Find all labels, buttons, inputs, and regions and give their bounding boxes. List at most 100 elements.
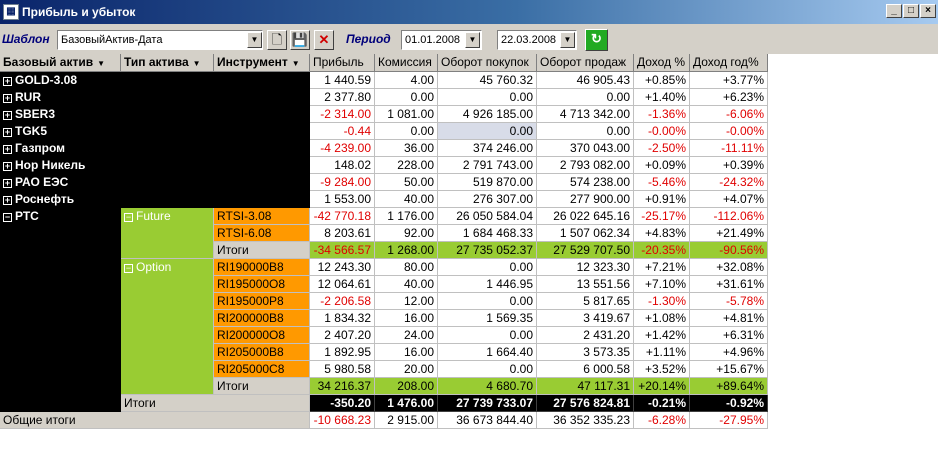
date-from-dropdown[interactable]: ▼ <box>465 32 480 48</box>
minimize-button[interactable]: _ <box>886 4 902 18</box>
instrument-cell[interactable]: RTSI-3.08 <box>214 208 310 225</box>
collapse-icon[interactable]: − <box>124 213 133 222</box>
buy-turnover-cell: 374 246.00 <box>438 140 537 157</box>
base-asset-row[interactable]: + RUR <box>0 89 310 106</box>
buy-turnover-cell: 1 664.40 <box>438 344 537 361</box>
pivot-grid: Базовый актив ▼ Тип актива ▼ Инструмент ▼ Приб… <box>0 54 938 471</box>
cell-text: RUR <box>15 90 41 104</box>
cell-text: +1.11% <box>645 345 686 359</box>
profit-cell: -2 206.58 <box>310 293 375 310</box>
base-asset-header[interactable]: Базовый актив ▼ <box>0 54 121 72</box>
instrument-cell[interactable]: RI200000B8 <box>214 310 310 327</box>
cell-text: -5.46% <box>647 175 686 189</box>
cell-text: 4.00 <box>410 73 434 87</box>
yield-cell: -1.36% <box>634 106 690 123</box>
buy-turnover-cell: 276 307.00 <box>438 191 537 208</box>
yield-cell: +1.11% <box>634 344 690 361</box>
delete-template-button[interactable]: ✕ <box>314 30 334 50</box>
instrument-cell[interactable]: RI195000O8 <box>214 276 310 293</box>
expand-icon[interactable]: + <box>3 162 12 171</box>
future-group[interactable]: − Future <box>121 208 214 259</box>
yield-year-cell: +4.96% <box>690 344 768 361</box>
cell-text: Future <box>136 209 171 223</box>
commission-cell: 16.00 <box>375 344 438 361</box>
commission-header[interactable]: Комиссия <box>375 54 438 72</box>
cell-text: Прибыль <box>313 55 364 69</box>
yield-cell: -0.00% <box>634 123 690 140</box>
base-asset-row[interactable]: + SBER3 <box>0 106 310 123</box>
expand-icon[interactable]: + <box>3 196 12 205</box>
buy-turnover-cell: 0.00 <box>438 361 537 378</box>
save-template-button[interactable]: 💾 <box>290 30 310 50</box>
sell-turnover-header[interactable]: Оборот продаж <box>537 54 634 72</box>
cell-text: -25.17% <box>641 209 686 223</box>
chevron-down-icon: ▼ <box>563 35 572 44</box>
commission-cell: 1 081.00 <box>375 106 438 123</box>
buy-turnover-cell: 0.00 <box>438 123 537 140</box>
expand-icon[interactable]: + <box>3 111 12 120</box>
yield-header[interactable]: Доход % <box>634 54 690 72</box>
expand-icon[interactable]: + <box>3 128 12 137</box>
sort-icon[interactable]: ▼ <box>97 59 105 68</box>
instrument-cell[interactable]: RI205000B8 <box>214 344 310 361</box>
collapse-icon[interactable]: − <box>124 264 133 273</box>
cell-text: 1 081.00 <box>387 107 434 121</box>
profit-header[interactable]: Прибыль <box>310 54 375 72</box>
profit-cell: 1 834.32 <box>310 310 375 327</box>
title-bar: ▦ Прибыль и убыток _ □ × <box>0 0 938 24</box>
cell-text: 1 569.35 <box>486 311 533 325</box>
instrument-cell[interactable]: RI205000C8 <box>214 361 310 378</box>
expand-icon[interactable]: + <box>3 145 12 154</box>
commission-cell: 16.00 <box>375 310 438 327</box>
base-asset-row[interactable]: + Роснефть <box>0 191 310 208</box>
buy-turnover-header[interactable]: Оборот покупок <box>438 54 537 72</box>
yield-year-cell: +89.64% <box>690 378 768 395</box>
maximize-button[interactable]: □ <box>903 4 919 18</box>
document-icon: 🗋 <box>271 32 283 47</box>
cell-text: RI190000B8 <box>217 260 284 274</box>
close-button[interactable]: × <box>920 4 936 18</box>
asset-type-header[interactable]: Тип актива ▼ <box>121 54 214 72</box>
instrument-cell[interactable]: RI200000O8 <box>214 327 310 344</box>
yield-year-cell: -0.00% <box>690 123 768 140</box>
rts-group[interactable]: − РТС <box>0 208 121 429</box>
cell-text: 370 043.00 <box>569 141 630 155</box>
cell-text: +0.91% <box>644 192 686 206</box>
sort-icon[interactable]: ▼ <box>193 59 201 68</box>
date-to-dropdown[interactable]: ▼ <box>560 32 575 48</box>
base-asset-row[interactable]: + GOLD-3.08 <box>0 72 310 89</box>
expand-icon[interactable]: + <box>3 179 12 188</box>
yield-cell: +1.42% <box>634 327 690 344</box>
sell-turnover-cell: 2 793 082.00 <box>537 157 634 174</box>
expand-icon[interactable]: + <box>3 77 12 86</box>
profit-cell: -10 668.23 <box>310 412 375 429</box>
template-select[interactable]: БазовыйАктив-Дата <box>57 30 263 50</box>
base-asset-row[interactable]: + Нор Никель <box>0 157 310 174</box>
cell-text: -20.35% <box>641 243 686 257</box>
cell-text: 12 323.30 <box>576 260 630 274</box>
base-asset-row[interactable]: + РАО ЕЭС <box>0 174 310 191</box>
base-asset-row[interactable]: + TGK5 <box>0 123 310 140</box>
option-group[interactable]: − Option <box>121 259 214 395</box>
expand-icon[interactable]: + <box>3 94 12 103</box>
base-asset-row[interactable]: + Газпром <box>0 140 310 157</box>
refresh-button[interactable]: ↻ <box>585 29 608 51</box>
sort-icon[interactable]: ▼ <box>292 59 300 68</box>
yield-year-header[interactable]: Доход год% <box>690 54 768 72</box>
cell-text: 5 817.65 <box>583 294 630 308</box>
commission-cell: 1 476.00 <box>375 395 438 412</box>
instrument-cell[interactable]: RI190000B8 <box>214 259 310 276</box>
cell-text: RI205000B8 <box>217 345 284 359</box>
cell-text: 27 529 707.50 <box>553 243 630 257</box>
collapse-icon[interactable]: − <box>3 213 12 222</box>
instrument-cell[interactable]: RI195000P8 <box>214 293 310 310</box>
cell-text: 47 117.31 <box>577 379 631 393</box>
instrument-cell[interactable]: RTSI-6.08 <box>214 225 310 242</box>
cell-text: 1 834.32 <box>324 311 371 325</box>
template-dropdown-button[interactable]: ▼ <box>247 32 262 48</box>
cell-text: -2 314.00 <box>320 107 371 121</box>
profit-cell: -4 239.00 <box>310 140 375 157</box>
instrument-header[interactable]: Инструмент ▼ <box>214 54 310 72</box>
sell-turnover-cell: 0.00 <box>537 123 634 140</box>
new-template-button[interactable]: 🗋 <box>267 30 287 50</box>
